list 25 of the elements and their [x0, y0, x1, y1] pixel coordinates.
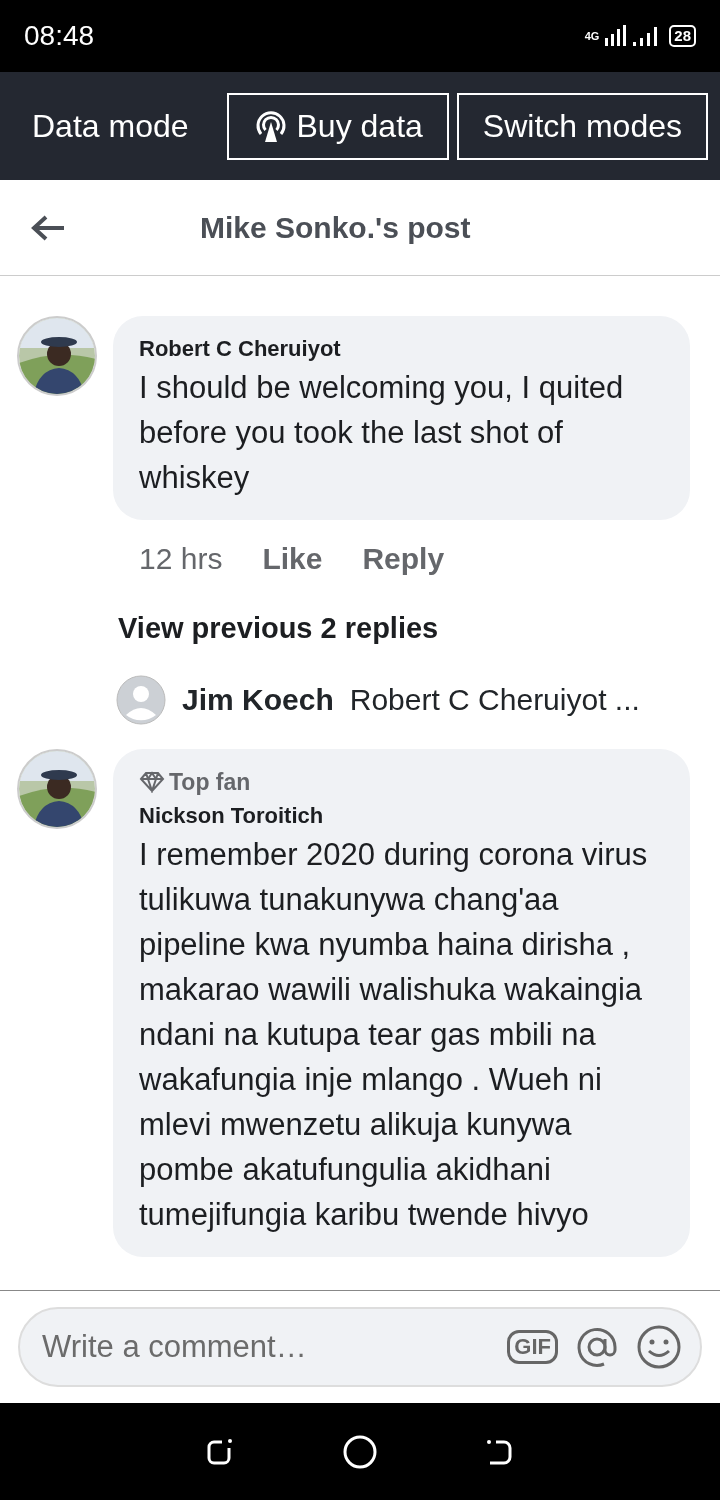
comment-action[interactable]: Like	[262, 536, 323, 581]
view-replies-link[interactable]: View previous 2 replies	[0, 581, 720, 651]
diamond-icon	[139, 770, 165, 793]
post-title: Mike Sonko.'s post	[200, 210, 471, 246]
buy-data-button[interactable]: Buy data	[226, 92, 449, 160]
avatar-icon	[116, 674, 166, 725]
data-mode-label: Data mode	[32, 107, 189, 146]
battery-level: 28	[669, 25, 696, 47]
home-icon[interactable]	[343, 1434, 377, 1469]
comment-author[interactable]: Nickson Toroitich	[139, 799, 664, 832]
network-type: 4G	[584, 30, 600, 42]
emoji-icon[interactable]	[636, 1324, 682, 1370]
reply-preview-text: Robert C Cheruiyot ...	[349, 682, 640, 718]
reply-author[interactable]: Jim Koech	[182, 677, 334, 722]
comment-action[interactable]: Reply	[362, 536, 445, 581]
comment-field[interactable]: Write a comment… GIF	[18, 1307, 702, 1387]
switch-modes-button[interactable]: Switch modes	[456, 92, 708, 160]
signal-icon	[603, 24, 628, 48]
fan-label: Top fan	[169, 767, 251, 797]
comment-author[interactable]: Robert C Cheruiyot	[139, 332, 664, 365]
clock-time: 08:48	[24, 19, 95, 53]
comment-text: I should be welcoming you, I quited before you took the last shot of whiskey	[139, 369, 625, 497]
gif-button[interactable]: GIF	[507, 1330, 558, 1364]
comment-time: 12 hrs	[139, 541, 223, 577]
comment-text: I remember 2020 during corona virus tulikuwa tunakunywa chang'aa pipeline kwa nyumba haina dirisha , makarao wawili walishuka wakaingia ndani na kutupa tear gas mbili na wakafungia inje mlango . Wueh ni mlevi mwenzetu alikuja kunywa pombe akatufungulia akidhani tumejifungia karibu twende hivyo	[139, 836, 649, 1234]
